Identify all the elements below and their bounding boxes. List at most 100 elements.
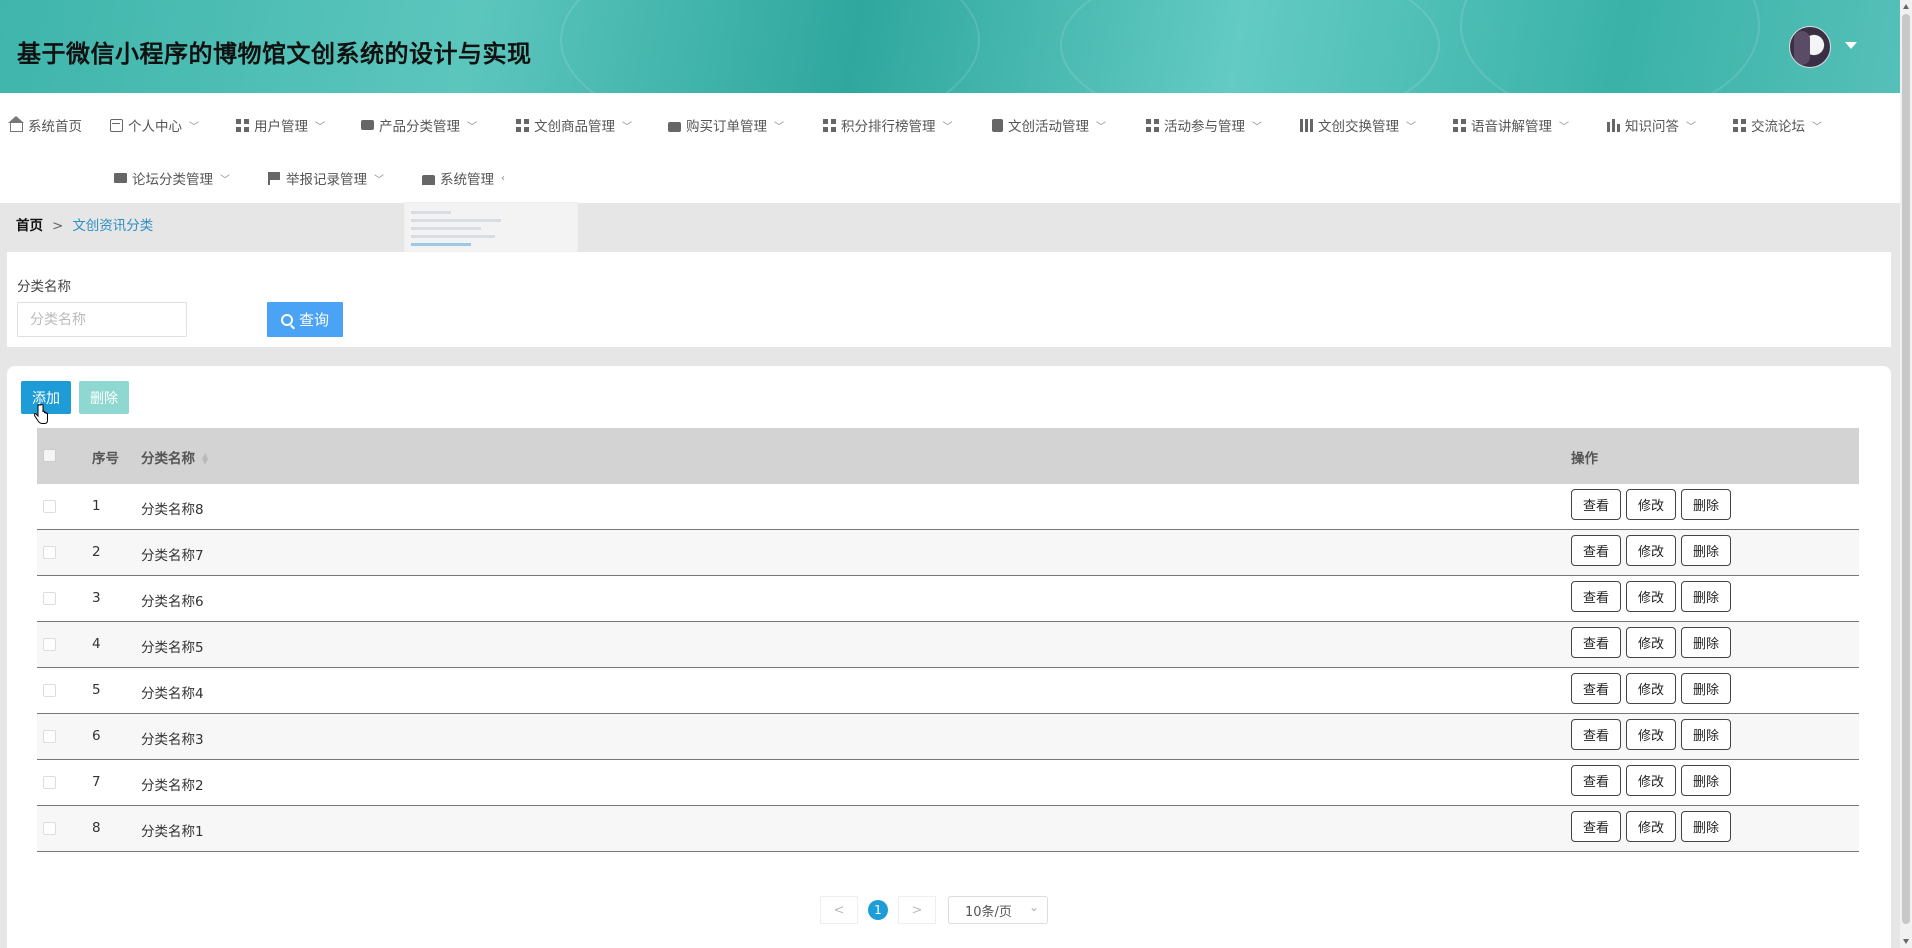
view-button[interactable]: 查看 bbox=[1571, 627, 1621, 658]
nav-item-qa[interactable]: 知识问答 ﹀ bbox=[1607, 113, 1696, 137]
nav-item-product-category[interactable]: 产品分类管理 ﹀ bbox=[361, 113, 477, 137]
row-checkbox[interactable] bbox=[43, 684, 56, 697]
row-checkbox[interactable] bbox=[43, 500, 56, 513]
nav-item-exchange[interactable]: 文创交换管理 ﹀ bbox=[1300, 113, 1416, 137]
card-icon bbox=[110, 118, 123, 132]
delete-button[interactable]: 删除 bbox=[1681, 627, 1731, 658]
nav-item-home[interactable]: 系统首页 bbox=[8, 113, 82, 137]
chevron-down-icon: ﹀ bbox=[315, 121, 325, 133]
nav-item-system[interactable]: 系统管理 ‹ bbox=[422, 166, 505, 190]
row-name: 分类名称8 bbox=[141, 502, 204, 518]
page-number[interactable]: 1 bbox=[868, 900, 888, 920]
header-ops: 操作 bbox=[1571, 451, 1598, 467]
edit-button[interactable]: 修改 bbox=[1626, 719, 1676, 750]
delete-button[interactable]: 删除 bbox=[1681, 673, 1731, 704]
nav-item-forum-category[interactable]: 论坛分类管理 ﹀ bbox=[114, 166, 230, 190]
view-button[interactable]: 查看 bbox=[1571, 489, 1621, 520]
breadcrumb: 首页 > 文创资讯分类 bbox=[16, 214, 153, 234]
pagination: < 1 > 10条/页 bbox=[820, 895, 1048, 925]
chevron-down-icon: ﹀ bbox=[1686, 121, 1696, 133]
table-row: 2 分类名称7 查看 修改 删除 bbox=[37, 530, 1859, 576]
row-index: 7 bbox=[92, 774, 101, 790]
monitor-icon bbox=[114, 173, 127, 183]
row-name: 分类名称1 bbox=[141, 824, 204, 840]
chevron-down-icon: ﹀ bbox=[774, 121, 784, 133]
scrollbar-thumb[interactable] bbox=[1902, 14, 1910, 924]
search-panel: 分类名称 查询 bbox=[7, 252, 1891, 347]
view-button[interactable]: 查看 bbox=[1571, 811, 1621, 842]
row-checkbox[interactable] bbox=[43, 776, 56, 789]
edit-button[interactable]: 修改 bbox=[1626, 627, 1676, 658]
view-button[interactable]: 查看 bbox=[1571, 765, 1621, 796]
top-nav: 系统首页 个人中心 ﹀ 用户管理 ﹀ 产品分类管理 ﹀ 文创商品管理 ﹀ 购买订… bbox=[0, 93, 1900, 203]
view-button[interactable]: 查看 bbox=[1571, 581, 1621, 612]
nav-item-label: 积分排行榜管理 bbox=[841, 119, 936, 135]
row-name: 分类名称2 bbox=[141, 778, 204, 794]
nav-item-points-ranking[interactable]: 积分排行榜管理 ﹀ bbox=[823, 113, 953, 137]
table-row: 6 分类名称3 查看 修改 删除 bbox=[37, 714, 1859, 760]
view-button[interactable]: 查看 bbox=[1571, 535, 1621, 566]
edit-button[interactable]: 修改 bbox=[1626, 673, 1676, 704]
caret-down-icon[interactable] bbox=[1845, 42, 1857, 49]
view-button[interactable]: 查看 bbox=[1571, 673, 1621, 704]
edit-button[interactable]: 修改 bbox=[1626, 489, 1676, 520]
row-index: 3 bbox=[92, 590, 101, 606]
header-name[interactable]: 分类名称 ▲ ▼ bbox=[141, 447, 208, 467]
chevron-left-icon: ‹ bbox=[501, 172, 505, 184]
page-size-select[interactable]: 10条/页 bbox=[948, 896, 1048, 924]
sort-icon[interactable]: ▲ ▼ bbox=[202, 452, 208, 466]
scrollbar[interactable] bbox=[1900, 0, 1912, 948]
edit-button[interactable]: 修改 bbox=[1626, 811, 1676, 842]
query-button[interactable]: 查询 bbox=[267, 302, 343, 337]
category-table: 序号 分类名称 ▲ ▼ 操作 1 分类名称8 查看 修改 删除 2 分类名称7 查看… bbox=[37, 428, 1859, 852]
search-icon bbox=[280, 313, 293, 326]
delete-button[interactable]: 删除 bbox=[1681, 581, 1731, 612]
bar-chart-icon bbox=[1607, 118, 1620, 132]
row-name: 分类名称5 bbox=[141, 640, 204, 656]
nav-item-reports[interactable]: 举报记录管理 ﹀ bbox=[268, 166, 384, 190]
nav-item-profile[interactable]: 个人中心 ﹀ bbox=[110, 113, 199, 137]
scroll-down-icon[interactable] bbox=[1903, 939, 1909, 944]
chevron-down-icon: ﹀ bbox=[1406, 121, 1416, 133]
row-checkbox[interactable] bbox=[43, 592, 56, 605]
edit-button[interactable]: 修改 bbox=[1626, 535, 1676, 566]
thumb-icon bbox=[422, 174, 435, 185]
next-page-button[interactable]: > bbox=[898, 896, 936, 924]
nav-item-orders[interactable]: 购买订单管理 ﹀ bbox=[668, 113, 784, 137]
nav-item-label: 语音讲解管理 bbox=[1471, 119, 1552, 135]
row-checkbox[interactable] bbox=[43, 638, 56, 651]
edit-button[interactable]: 修改 bbox=[1626, 765, 1676, 796]
nav-item-products[interactable]: 文创商品管理 ﹀ bbox=[516, 113, 632, 137]
row-checkbox[interactable] bbox=[43, 822, 56, 835]
nav-item-audio-guide[interactable]: 语音讲解管理 ﹀ bbox=[1453, 113, 1569, 137]
chevron-down-icon: ﹀ bbox=[220, 174, 230, 186]
nav-item-forum[interactable]: 交流论坛 ﹀ bbox=[1733, 113, 1822, 137]
grid-icon bbox=[823, 118, 836, 132]
breadcrumb-home[interactable]: 首页 bbox=[16, 218, 43, 234]
avatar[interactable] bbox=[1789, 26, 1831, 68]
nav-item-participation[interactable]: 活动参与管理 ﹀ bbox=[1146, 113, 1262, 137]
delete-button[interactable]: 删除 bbox=[1681, 765, 1731, 796]
row-checkbox[interactable] bbox=[43, 546, 56, 559]
prev-page-button[interactable]: < bbox=[820, 896, 858, 924]
nav-item-label: 文创交换管理 bbox=[1318, 119, 1399, 135]
nav-item-activities[interactable]: 文创活动管理 ﹀ bbox=[992, 113, 1106, 137]
delete-button[interactable]: 删除 bbox=[1681, 719, 1731, 750]
view-button[interactable]: 查看 bbox=[1571, 719, 1621, 750]
nav-item-label: 系统管理 bbox=[440, 172, 494, 188]
batch-delete-button[interactable]: 删除 bbox=[79, 381, 129, 414]
table-grid-icon bbox=[1300, 118, 1313, 132]
select-all-checkbox[interactable] bbox=[43, 449, 56, 462]
edit-button[interactable]: 修改 bbox=[1626, 581, 1676, 612]
table-row: 5 分类名称4 查看 修改 删除 bbox=[37, 668, 1859, 714]
nav-item-users[interactable]: 用户管理 ﹀ bbox=[236, 113, 325, 137]
header-index: 序号 bbox=[92, 451, 119, 467]
scroll-up-icon[interactable] bbox=[1903, 4, 1909, 9]
delete-button[interactable]: 删除 bbox=[1681, 489, 1731, 520]
list-panel: 添加 删除 序号 分类名称 ▲ ▼ 操作 1 分类名称8 查看 修改 删除 2 分类… bbox=[7, 366, 1891, 948]
row-checkbox[interactable] bbox=[43, 730, 56, 743]
delete-button[interactable]: 删除 bbox=[1681, 535, 1731, 566]
nav-item-label: 知识问答 bbox=[1625, 119, 1679, 135]
delete-button[interactable]: 删除 bbox=[1681, 811, 1731, 842]
category-name-input[interactable] bbox=[17, 302, 187, 337]
